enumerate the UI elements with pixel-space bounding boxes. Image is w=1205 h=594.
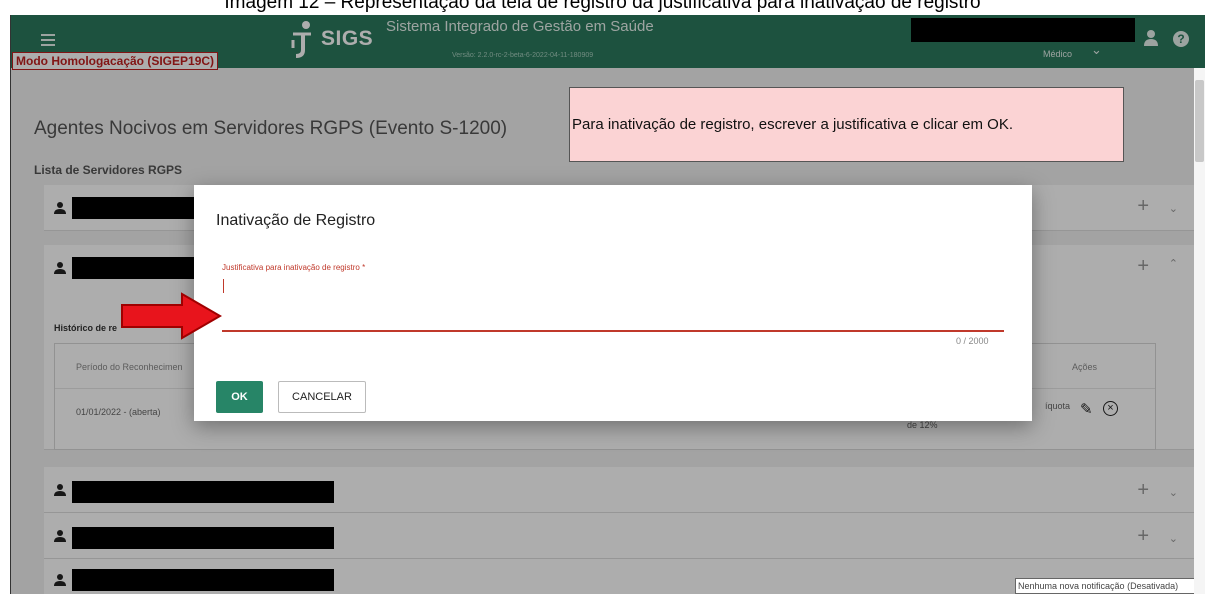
figure-caption: Imagem 12 – Representação da tela de reg… — [224, 0, 981, 13]
character-counter: 0 / 2000 — [956, 336, 989, 346]
instruction-callout: Para inativação de registro, escrever a … — [569, 87, 1124, 162]
ok-button[interactable]: OK — [216, 381, 263, 413]
scrollbar-thumb[interactable] — [1195, 80, 1204, 162]
inactivation-dialog: Inativação de Registro Justificativa par… — [194, 185, 1032, 421]
vertical-scrollbar[interactable] — [1194, 68, 1205, 594]
red-arrow-annotation — [121, 292, 222, 340]
notification-status: Nenhuma nova notificação (Desativada) — [1015, 578, 1205, 594]
justification-textarea[interactable] — [222, 275, 1004, 330]
cancel-button[interactable]: CANCELAR — [278, 381, 366, 413]
text-caret — [223, 279, 224, 293]
dialog-title: Inativação de Registro — [216, 212, 376, 229]
justification-field-label: Justificativa para inativação de registr… — [222, 263, 366, 272]
field-underline — [222, 330, 1004, 332]
